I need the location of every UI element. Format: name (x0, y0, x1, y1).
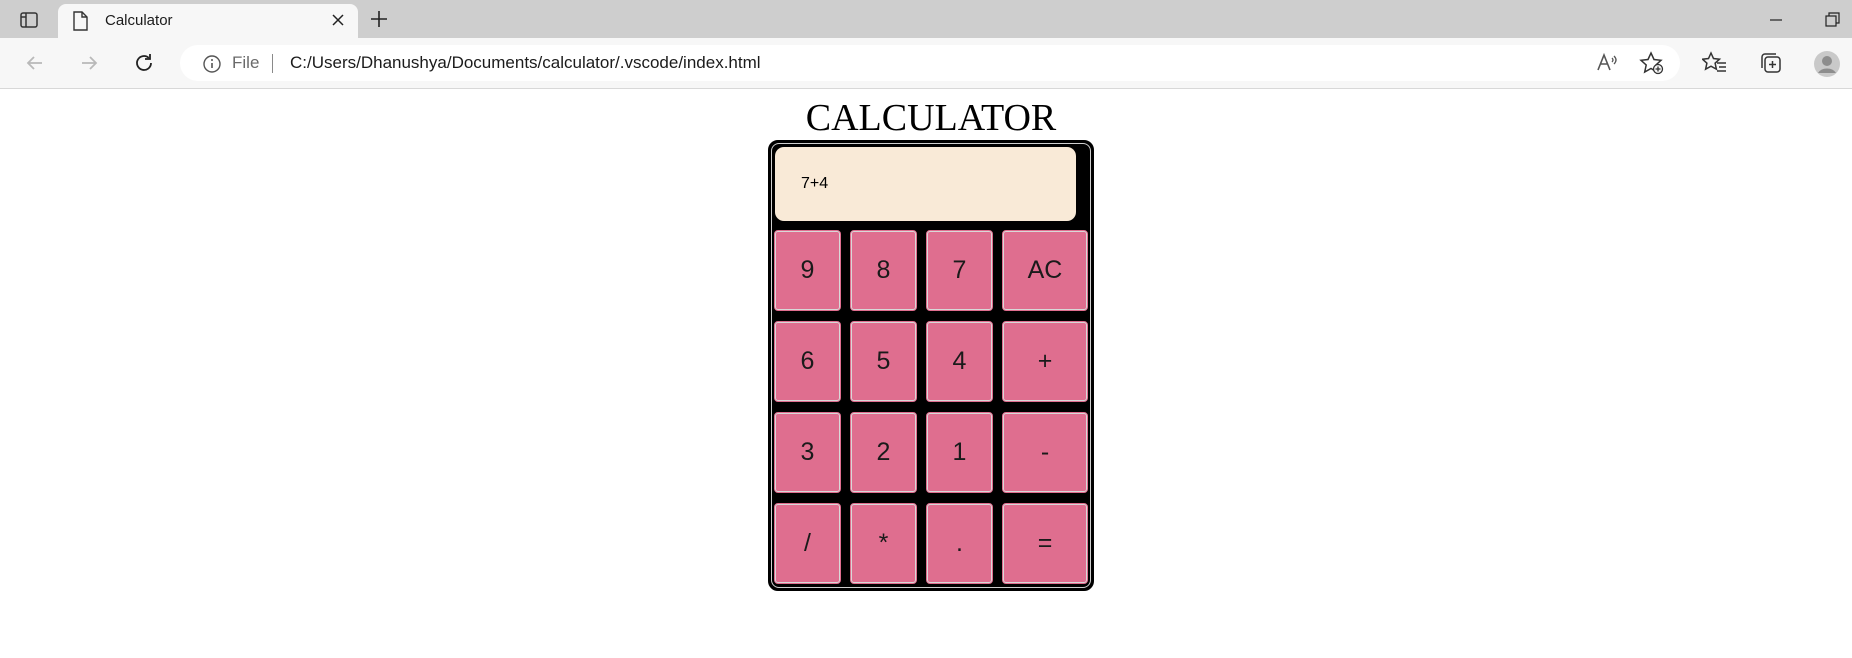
profile-avatar-icon[interactable] (1813, 50, 1840, 77)
close-tab-icon[interactable] (330, 12, 346, 28)
key-4[interactable]: 4 (925, 320, 994, 403)
refresh-icon[interactable] (131, 50, 157, 76)
address-url[interactable]: C:/Users/Dhanushya/Documents/calculator/… (290, 53, 761, 73)
key-equals[interactable]: = (1001, 502, 1089, 585)
tab-bar: Calculator (0, 0, 1852, 38)
address-scheme-label: File (232, 53, 260, 72)
key-plus[interactable]: + (1001, 320, 1089, 403)
back-icon[interactable] (22, 50, 48, 76)
key-minus[interactable]: - (1001, 411, 1089, 494)
page-title: CALCULATOR (805, 97, 1057, 139)
calculator-display[interactable] (775, 147, 1076, 221)
new-tab-icon[interactable] (368, 8, 394, 32)
key-7[interactable]: 7 (925, 229, 994, 312)
info-icon[interactable] (202, 54, 222, 79)
forward-icon[interactable] (76, 50, 102, 76)
minimize-icon[interactable] (1766, 10, 1786, 30)
read-aloud-icon[interactable] (1593, 50, 1619, 76)
key-2[interactable]: 2 (849, 411, 918, 494)
tab-title: Calculator (105, 12, 173, 29)
active-tab[interactable]: Calculator (58, 4, 358, 38)
favorites-icon[interactable] (1700, 50, 1728, 76)
browser-toolbar: File C:/Users/Dhanushya/Documents/calcul… (0, 38, 1852, 89)
calculator: 9 8 7 AC 6 5 4 + 3 2 1 - / * . = (768, 140, 1094, 591)
key-5[interactable]: 5 (849, 320, 918, 403)
key-clear[interactable]: AC (1001, 229, 1089, 312)
address-separator (272, 54, 273, 73)
add-favorite-icon[interactable] (1639, 50, 1665, 76)
restore-icon[interactable] (1822, 10, 1842, 30)
key-9[interactable]: 9 (773, 229, 842, 312)
key-3[interactable]: 3 (773, 411, 842, 494)
key-decimal[interactable]: . (925, 502, 994, 585)
tab-actions-icon[interactable] (14, 8, 44, 32)
page-icon (72, 11, 88, 36)
key-6[interactable]: 6 (773, 320, 842, 403)
key-1[interactable]: 1 (925, 411, 994, 494)
key-multiply[interactable]: * (849, 502, 918, 585)
key-divide[interactable]: / (773, 502, 842, 585)
address-bar[interactable]: File C:/Users/Dhanushya/Documents/calcul… (180, 45, 1680, 81)
collections-icon[interactable] (1758, 50, 1784, 76)
key-8[interactable]: 8 (849, 229, 918, 312)
